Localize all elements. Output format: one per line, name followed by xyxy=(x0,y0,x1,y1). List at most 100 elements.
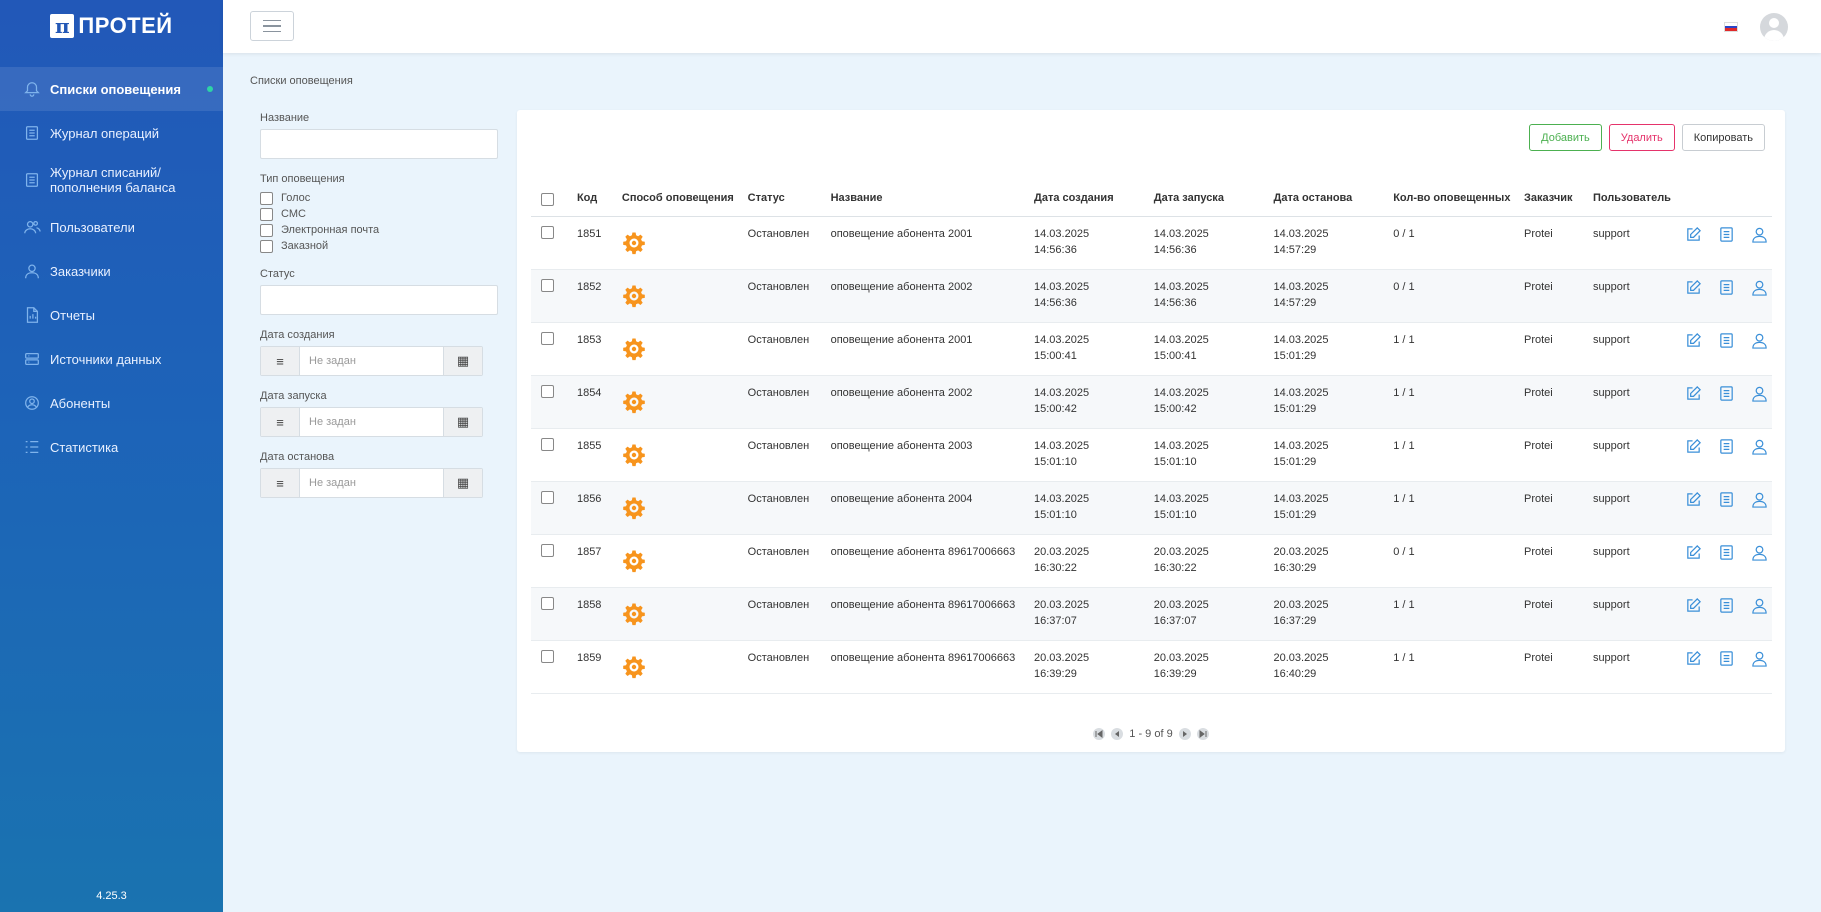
user-icon[interactable] xyxy=(1751,491,1768,508)
row-checkbox[interactable] xyxy=(541,437,554,451)
list-icon[interactable]: ≡ xyxy=(261,347,300,375)
edit-icon[interactable] xyxy=(1685,279,1702,296)
stopped-date-input[interactable]: Не задан xyxy=(300,469,443,497)
next-page-icon[interactable] xyxy=(1178,728,1191,740)
user-icon[interactable] xyxy=(1751,597,1768,614)
first-page-icon[interactable] xyxy=(1093,728,1106,740)
delete-button[interactable]: Удалить xyxy=(1608,124,1675,151)
user-icon[interactable] xyxy=(1751,438,1768,455)
started-date-input[interactable]: Не задан xyxy=(300,408,443,436)
cell-created: 14.03.2025 15:00:42 xyxy=(1030,375,1150,429)
table-row[interactable]: 1856 Остановлен оповещение абонента 2004 14… xyxy=(531,481,1772,535)
sidebar-item-journal[interactable]: Журнал операций xyxy=(0,111,223,155)
details-icon[interactable] xyxy=(1718,279,1735,296)
sidebar-item-users[interactable]: Пользователи xyxy=(0,205,223,249)
edit-icon[interactable] xyxy=(1685,226,1702,243)
edit-icon[interactable] xyxy=(1685,385,1702,402)
edit-icon[interactable] xyxy=(1685,438,1702,455)
calendar-icon[interactable]: ▦ xyxy=(443,408,482,436)
select-all-checkbox[interactable] xyxy=(541,192,554,206)
prev-page-icon[interactable] xyxy=(1111,728,1124,740)
details-icon[interactable] xyxy=(1718,385,1735,402)
type-filter-option[interactable]: Электронная почта xyxy=(260,222,498,238)
row-checkbox[interactable] xyxy=(541,543,554,557)
edit-icon[interactable] xyxy=(1685,491,1702,508)
row-checkbox[interactable] xyxy=(541,596,554,610)
sidebar-item-report[interactable]: Отчеты xyxy=(0,293,223,337)
calendar-icon[interactable]: ▦ xyxy=(443,347,482,375)
add-button[interactable]: Добавить xyxy=(1529,124,1602,151)
header-name[interactable]: Название xyxy=(826,162,1031,217)
copy-button[interactable]: Копировать xyxy=(1681,124,1765,151)
table-row[interactable]: 1852 Остановлен оповещение абонента 2002 14… xyxy=(531,269,1772,323)
user-avatar[interactable] xyxy=(1760,13,1788,41)
language-flag-icon[interactable] xyxy=(1724,22,1738,32)
sidebar-item-statistics[interactable]: Статистика xyxy=(0,425,223,469)
menu-toggle-button[interactable] xyxy=(250,11,294,41)
table-row[interactable]: 1853 Остановлен оповещение абонента 2001 14… xyxy=(531,322,1772,376)
row-checkbox[interactable] xyxy=(541,490,554,504)
type-checkbox[interactable] xyxy=(260,223,273,237)
sidebar-item-subscriber[interactable]: Абоненты xyxy=(0,381,223,425)
type-filter-option[interactable]: СМС xyxy=(260,206,498,222)
calendar-icon[interactable]: ▦ xyxy=(443,469,482,497)
type-checkbox[interactable] xyxy=(260,191,273,205)
row-checkbox[interactable] xyxy=(541,278,554,292)
logo[interactable]: π ПРОТЕЙ xyxy=(0,0,223,52)
cell-actions xyxy=(1681,375,1772,429)
created-date-input[interactable]: Не задан xyxy=(300,347,443,375)
table-row[interactable]: 1851 Остановлен оповещение абонента 2001 14… xyxy=(531,216,1772,270)
list-icon[interactable]: ≡ xyxy=(261,408,300,436)
table-row[interactable]: 1854 Остановлен оповещение абонента 2002 14… xyxy=(531,375,1772,429)
status-filter-select[interactable] xyxy=(260,285,498,315)
details-icon[interactable] xyxy=(1718,544,1735,561)
type-checkbox[interactable] xyxy=(260,207,273,221)
table-row[interactable]: 1857 Остановлен оповещение абонента 896170… xyxy=(531,534,1772,588)
user-icon[interactable] xyxy=(1751,279,1768,296)
edit-icon[interactable] xyxy=(1685,332,1702,349)
details-icon[interactable] xyxy=(1718,491,1735,508)
details-icon[interactable] xyxy=(1718,650,1735,667)
table-row[interactable]: 1855 Остановлен оповещение абонента 2003 14… xyxy=(531,428,1772,482)
last-page-icon[interactable] xyxy=(1196,728,1209,740)
header-method[interactable]: Способ оповещения xyxy=(617,162,744,217)
type-option-label: Голос xyxy=(281,192,311,204)
details-icon[interactable] xyxy=(1718,226,1735,243)
edit-icon[interactable] xyxy=(1685,650,1702,667)
sidebar-item-bell[interactable]: Списки оповещения xyxy=(0,67,223,111)
user-icon[interactable] xyxy=(1751,650,1768,667)
header-count[interactable]: Кол-во оповещенных xyxy=(1389,162,1520,217)
table-row[interactable]: 1858 Остановлен оповещение абонента 896170… xyxy=(531,587,1772,641)
list-icon[interactable]: ≡ xyxy=(261,469,300,497)
type-filter-option[interactable]: Заказной xyxy=(260,238,498,254)
sidebar-item-journal-balance[interactable]: Журнал списаний/ пополнения баланса xyxy=(0,155,223,205)
started-time: 14:56:36 xyxy=(1153,296,1197,309)
edit-icon[interactable] xyxy=(1685,597,1702,614)
name-filter-input[interactable] xyxy=(260,129,498,159)
cell-count: 0 / 1 xyxy=(1389,534,1520,588)
type-checkbox[interactable] xyxy=(260,239,273,253)
type-filter-option[interactable]: Голос xyxy=(260,190,498,206)
user-icon[interactable] xyxy=(1751,544,1768,561)
header-status[interactable]: Статус xyxy=(743,162,827,217)
edit-icon[interactable] xyxy=(1685,544,1702,561)
header-stopped[interactable]: Дата останова xyxy=(1269,162,1390,217)
row-checkbox[interactable] xyxy=(541,225,554,239)
row-checkbox[interactable] xyxy=(541,331,554,345)
header-started[interactable]: Дата запуска xyxy=(1149,162,1270,217)
header-user[interactable]: Пользователь xyxy=(1588,162,1681,217)
header-created[interactable]: Дата создания xyxy=(1030,162,1150,217)
details-icon[interactable] xyxy=(1718,438,1735,455)
row-checkbox[interactable] xyxy=(541,384,554,398)
details-icon[interactable] xyxy=(1718,332,1735,349)
user-icon[interactable] xyxy=(1751,385,1768,402)
user-icon[interactable] xyxy=(1751,226,1768,243)
sidebar-item-customer[interactable]: Заказчики xyxy=(0,249,223,293)
header-customer[interactable]: Заказчик xyxy=(1520,162,1589,217)
details-icon[interactable] xyxy=(1718,597,1735,614)
row-checkbox[interactable] xyxy=(541,649,554,663)
sidebar-item-database[interactable]: Источники данных xyxy=(0,337,223,381)
header-code[interactable]: Код xyxy=(572,162,618,217)
user-icon[interactable] xyxy=(1751,332,1768,349)
table-row[interactable]: 1859 Остановлен оповещение абонента 896170… xyxy=(531,640,1772,694)
